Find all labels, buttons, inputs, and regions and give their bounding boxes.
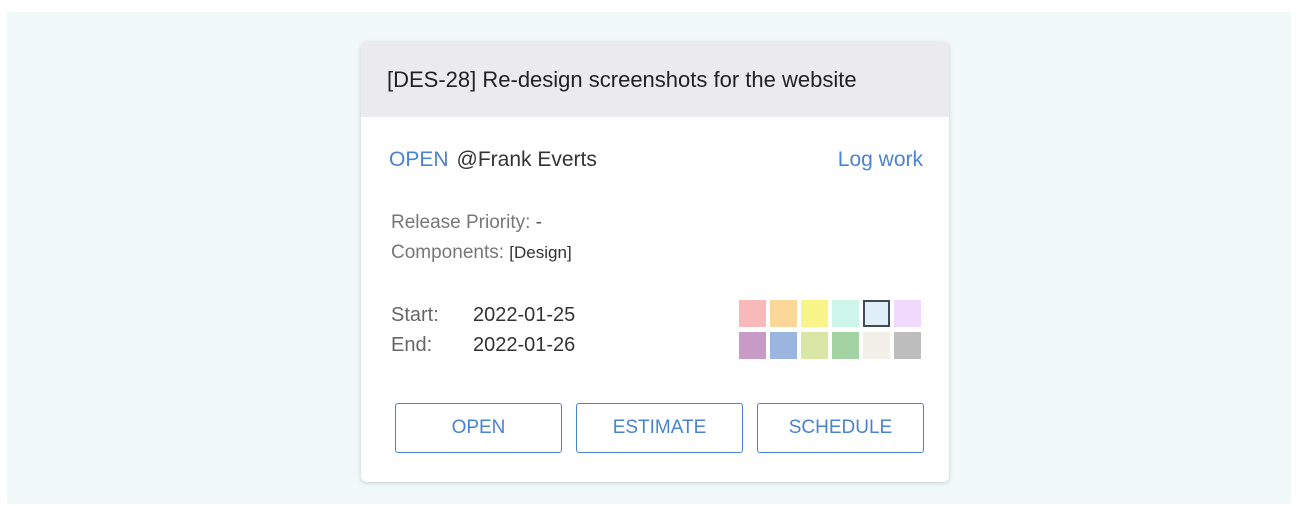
log-work-link[interactable]: Log work — [838, 148, 923, 172]
components-row: Components: [Design] — [391, 238, 572, 268]
release-priority-row: Release Priority: - — [391, 208, 572, 238]
start-date: 2022-01-25 — [473, 304, 576, 326]
assignee: @Frank Everts — [456, 148, 597, 171]
color-swatch[interactable] — [832, 332, 859, 359]
board-background: [DES-28] Re-design screenshots for the w… — [7, 12, 1291, 504]
color-picker — [739, 300, 925, 359]
issue-title: [DES-28] Re-design screenshots for the w… — [387, 66, 857, 92]
color-swatch[interactable] — [739, 332, 766, 359]
status-row: OPEN @Frank Everts Log work — [389, 148, 923, 172]
color-swatch[interactable] — [894, 332, 921, 359]
schedule-button[interactable]: SCHEDULE — [757, 403, 924, 453]
start-date-row: Start: 2022-01-25 — [391, 300, 575, 330]
color-swatch[interactable] — [770, 332, 797, 359]
end-label: End: — [391, 334, 433, 356]
color-swatch[interactable] — [832, 300, 859, 327]
issue-dates: Start: 2022-01-25 End: 2022-01-26 — [391, 300, 575, 360]
components-label: Components: — [391, 242, 505, 263]
issue-card: [DES-28] Re-design screenshots for the w… — [361, 42, 949, 482]
card-header: [DES-28] Re-design screenshots for the w… — [361, 42, 949, 117]
release-priority-value: - — [535, 212, 542, 233]
color-swatch[interactable] — [863, 300, 890, 327]
end-date: 2022-01-26 — [473, 334, 576, 356]
components-value: [Design] — [509, 243, 572, 262]
color-swatch[interactable] — [863, 332, 890, 359]
end-date-row: End: 2022-01-26 — [391, 330, 575, 360]
color-swatch[interactable] — [739, 300, 766, 327]
estimate-button[interactable]: ESTIMATE — [576, 403, 743, 453]
color-swatch[interactable] — [801, 300, 828, 327]
color-swatch[interactable] — [894, 300, 921, 327]
action-buttons: OPEN ESTIMATE SCHEDULE — [395, 403, 924, 453]
open-button[interactable]: OPEN — [395, 403, 562, 453]
status-link[interactable]: OPEN — [389, 148, 449, 172]
color-swatch[interactable] — [801, 332, 828, 359]
release-priority-label: Release Priority: — [391, 212, 531, 233]
issue-meta: Release Priority: - Components: [Design] — [391, 208, 572, 268]
start-label: Start: — [391, 304, 439, 326]
color-swatch[interactable] — [770, 300, 797, 327]
